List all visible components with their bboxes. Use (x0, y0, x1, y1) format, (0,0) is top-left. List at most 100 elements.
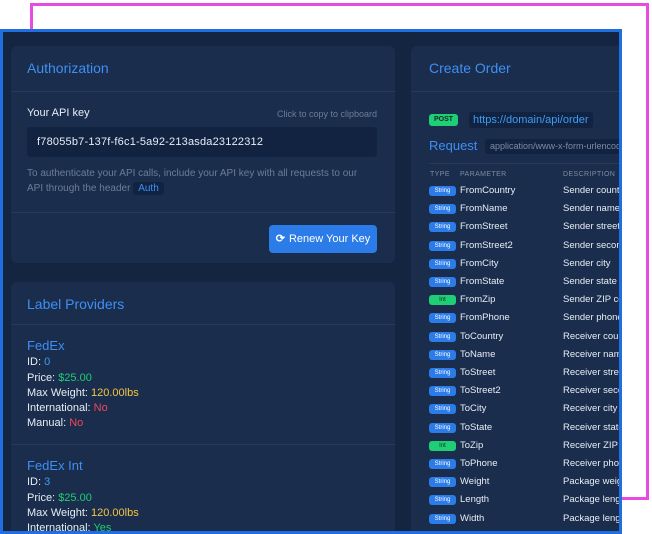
parameter-name: FromStreet (460, 221, 508, 233)
parameter-name: ToZip (460, 439, 484, 451)
parameter-name: ToCountry (460, 330, 504, 342)
parameter-name: FromPhone (460, 312, 510, 324)
parameter-name: ToPhone (460, 458, 498, 469)
provider-fedex-int: FedEx Int ID: 3 Price: $25.00 Max Weight… (27, 458, 139, 534)
create-order-card: Create Order POST https://domain/api/ord… (411, 46, 622, 532)
type-badge: String (429, 349, 456, 360)
provider-name[interactable]: FedEx Int (27, 458, 139, 473)
parameter-description: Sender phone number (563, 312, 622, 324)
provider-name[interactable]: FedEx (27, 338, 139, 353)
provider-max-weight: 120.00lbs (91, 386, 139, 399)
type-badge: String (429, 459, 456, 469)
table-row: String FromStreet2 Sender second street (429, 238, 622, 256)
renew-key-label: Renew Your Key (288, 233, 371, 245)
parameter-name: ToCity (460, 403, 487, 415)
parameter-description: Package length (563, 512, 622, 524)
id-label: ID: (27, 476, 42, 489)
divider (11, 212, 395, 213)
parameter-description: Receiver second street (563, 385, 619, 397)
parameter-name: ToStreet (460, 367, 496, 378)
table-row: String FromPhone Sender phone number (429, 310, 622, 328)
type-badge: String (429, 495, 456, 506)
divider (11, 444, 395, 445)
parameter-description: Receiver name (563, 348, 622, 360)
table-row: String FromCountry Sender country (429, 183, 619, 201)
type-badge: String (429, 513, 456, 524)
provider-fedex: FedEx ID: 0 Price: $25.00 Max Weight: 12… (27, 338, 139, 432)
type-badge: String (429, 477, 456, 488)
table-row: String ToName Receiver name (429, 347, 622, 365)
divider (429, 163, 619, 164)
table-row: String ToStreet2 Receiver second street (429, 383, 619, 401)
parameter-description: Sender ZIP code (563, 294, 619, 306)
parameter-description: Receiver phone number (563, 458, 619, 469)
create-order-title: Create Order (429, 60, 511, 76)
parameter-description: Sender street address (563, 221, 621, 233)
type-badge: String (429, 277, 456, 287)
type-badge: String (429, 331, 456, 342)
table-row: Int ToZip Receiver ZIP code (429, 438, 619, 456)
price-label: Price: (27, 491, 56, 504)
parameter-description: Sender name (563, 203, 621, 215)
column-parameter: PARAMETER (460, 171, 507, 178)
parameter-description: Receiver street address (563, 367, 619, 378)
provider-price: $25.00 (58, 491, 92, 504)
parameter-name: FromState (460, 276, 505, 287)
renew-key-button[interactable]: ⟳ Renew Your Key (269, 225, 377, 253)
provider-id: 0 (44, 356, 51, 369)
parameter-description: Receiver city (563, 403, 618, 415)
table-row: String Weight Package weight (429, 474, 622, 492)
http-method-badge: POST (429, 114, 459, 126)
table-row: String ToCity Receiver city (429, 401, 619, 419)
type-badge: Int (429, 295, 456, 306)
auth-header-name: Auth (133, 182, 164, 195)
table-row: String FromState Sender state (two letter) (429, 274, 619, 292)
type-badge: String (429, 204, 456, 215)
parameter-name: FromStreet2 (460, 239, 513, 251)
max-weight-label: Max Weight: (27, 386, 88, 399)
content-type-badge: application/www-x-form-urlencoded (485, 139, 619, 154)
auth-help-body: To authenticate your API calls, include … (27, 168, 358, 194)
parameter-name: ToState (460, 421, 493, 433)
international-label: International: (27, 402, 91, 415)
parameter-description: Receiver ZIP code (563, 439, 619, 451)
parameter-name: Weight (460, 476, 490, 488)
table-row: String ToPhone Receiver phone number (429, 456, 619, 474)
parameter-name: FromZip (460, 294, 496, 306)
divider (11, 91, 395, 92)
parameter-name: Length (460, 494, 490, 506)
request-title: Request (429, 138, 478, 153)
table-row: Int FromZip Sender ZIP code (429, 292, 619, 310)
auth-help-text: To authenticate your API calls, include … (27, 166, 372, 196)
id-label: ID: (27, 356, 42, 369)
table-row: String FromName Sender name (429, 201, 621, 219)
parameter-description: Sender city (563, 257, 611, 269)
international-label: International: (27, 522, 91, 534)
type-badge: String (429, 422, 456, 433)
label-providers-card: Label Providers FedEx ID: 0 Price: $25.0… (11, 282, 395, 534)
authorization-title: Authorization (27, 60, 109, 76)
divider (411, 91, 619, 92)
divider (11, 324, 395, 325)
parameter-name: FromCity (460, 257, 499, 269)
type-badge: String (429, 313, 456, 324)
type-badge: String (429, 240, 456, 251)
parameter-name: Width (460, 512, 485, 524)
parameter-description: Package weight (563, 476, 622, 488)
copy-to-clipboard-link[interactable]: Click to copy to clipboard (277, 109, 377, 119)
api-dashboard: Authorization Your API key Click to copy… (0, 29, 622, 534)
table-row: String Width Package length (429, 511, 622, 529)
type-badge: Int (429, 440, 456, 451)
table-row: String ToState Receiver state (429, 420, 619, 438)
endpoint-url[interactable]: https://domain/api/order (469, 112, 593, 128)
api-key-label: Your API key (27, 107, 90, 119)
type-badge: String (429, 386, 456, 397)
parameter-description: Sender state (two letter) (563, 276, 619, 287)
parameter-description: Sender second street (563, 239, 622, 251)
parameter-name: FromName (460, 203, 508, 215)
parameter-name: ToStreet2 (460, 385, 501, 397)
table-row: StringHeightPackage length (429, 529, 619, 532)
provider-manual: No (69, 417, 84, 430)
table-row: String ToCountry Receiver country (429, 329, 619, 347)
api-key-field[interactable]: f78055b7-137f-f6c1-5a92-213asda23122312 (27, 127, 377, 157)
